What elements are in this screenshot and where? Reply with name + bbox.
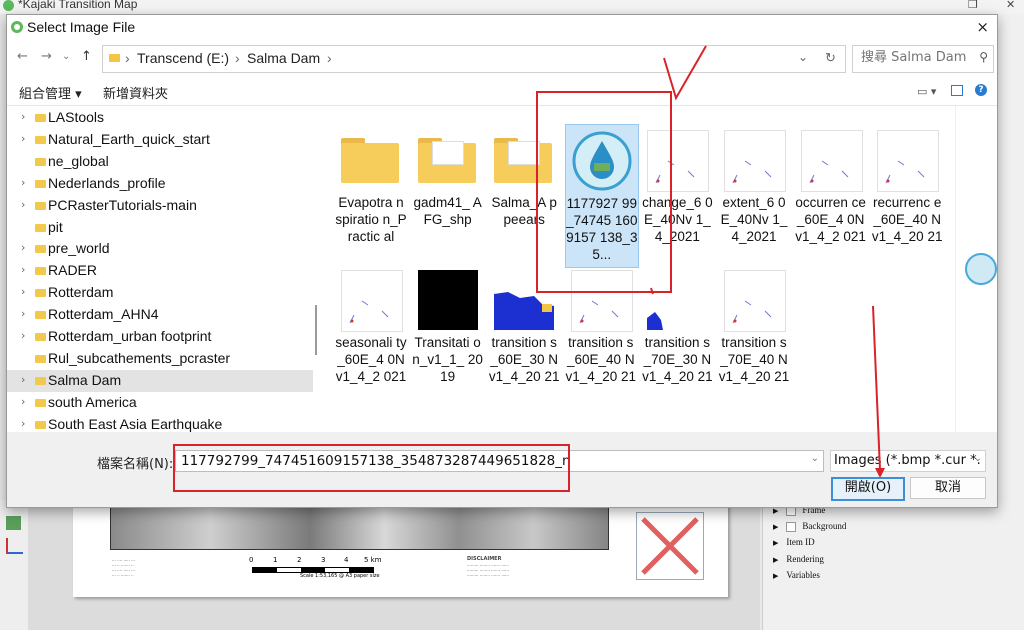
- annotation-arrow-line: [872, 305, 881, 471]
- annotation-strokes: [663, 45, 885, 478]
- annotation-checkmark: [663, 45, 707, 101]
- annotation-arrowhead: [875, 468, 885, 478]
